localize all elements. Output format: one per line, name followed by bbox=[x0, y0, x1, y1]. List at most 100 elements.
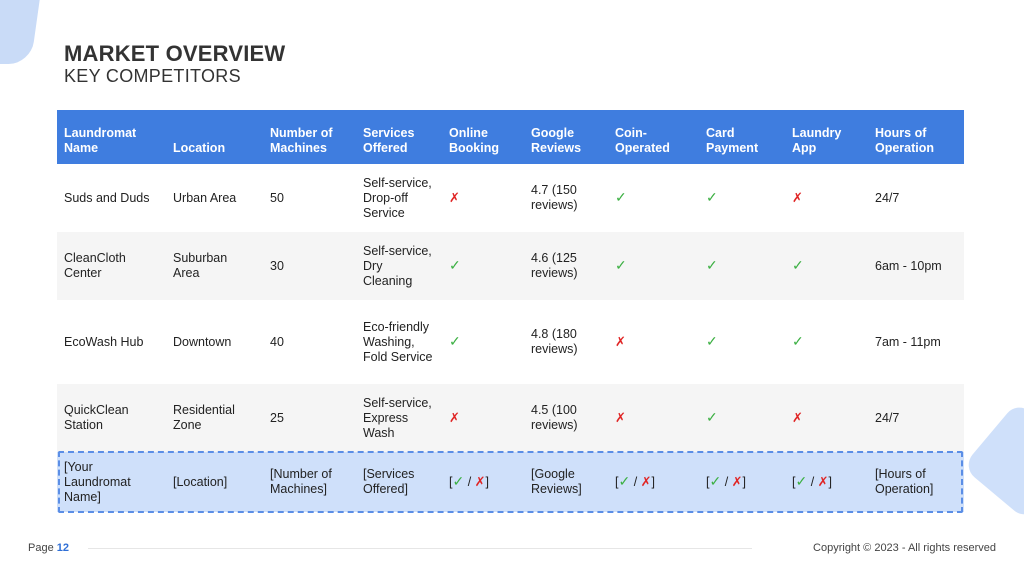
table-row: QuickClean Station Residential Zone 25 Self… bbox=[57, 384, 964, 452]
placeholder-text: [Location] bbox=[173, 474, 228, 489]
separator: / bbox=[464, 475, 475, 489]
separator: / bbox=[721, 475, 732, 489]
template-row: [Your Laundromat Name] [Location] [Number … bbox=[57, 452, 964, 512]
page-number-value: 12 bbox=[56, 542, 70, 554]
placeholder-text: [Services Offered] bbox=[363, 467, 415, 496]
cross-icon: ✗ bbox=[474, 474, 486, 489]
competitors-table: Laundromat Name Location Number of Machi… bbox=[57, 110, 964, 512]
check-icon: ✓ bbox=[706, 333, 718, 349]
template-cell-card: [✓ / ✗] bbox=[699, 452, 785, 512]
cell-text: Downtown bbox=[173, 334, 232, 349]
cell-app: ✓ bbox=[785, 232, 868, 300]
cell-text: 6am - 10pm bbox=[875, 258, 942, 273]
cell-coin: ✗ bbox=[608, 300, 699, 384]
column-header: Online Booking bbox=[442, 110, 524, 164]
cell-services: Eco-friendly Washing, Fold Service bbox=[356, 300, 442, 384]
cross-icon: ✗ bbox=[615, 334, 626, 349]
cell-text: Urban Area bbox=[173, 190, 237, 205]
cell-location: Residential Zone bbox=[166, 384, 263, 452]
column-header: Card Payment bbox=[699, 110, 785, 164]
page-subtitle: KEY COMPETITORS bbox=[64, 66, 241, 86]
cell-text: EcoWash Hub bbox=[64, 334, 144, 349]
cell-online-booking: ✗ bbox=[442, 164, 524, 232]
cell-hours: 24/7 bbox=[868, 384, 964, 452]
column-header: Laundromat Name bbox=[57, 110, 166, 164]
cell-card: ✓ bbox=[699, 164, 785, 232]
cell-machines: 50 bbox=[263, 164, 356, 232]
cell-app: ✓ bbox=[785, 300, 868, 384]
decorative-corner-shape bbox=[0, 0, 46, 64]
cell-reviews: 4.6 (125 reviews) bbox=[524, 232, 608, 300]
copyright-text: Copyright © 2023 - All rights reserved bbox=[813, 542, 996, 554]
bracket: ] bbox=[742, 475, 747, 489]
bracket: ] bbox=[485, 475, 490, 489]
footer-divider bbox=[88, 548, 752, 549]
cell-text: 4.8 (180 reviews) bbox=[531, 327, 578, 356]
cross-icon: ✗ bbox=[449, 190, 460, 205]
cell-app: ✗ bbox=[785, 164, 868, 232]
check-icon: ✓ bbox=[792, 333, 804, 349]
cross-icon: ✗ bbox=[449, 410, 460, 425]
column-header: Google Reviews bbox=[524, 110, 608, 164]
bracket: ] bbox=[651, 475, 656, 489]
cell-text: 4.7 (150 reviews) bbox=[531, 183, 578, 212]
check-icon: ✓ bbox=[792, 257, 804, 273]
cell-text: Residential Zone bbox=[173, 403, 235, 432]
cell-machines: 30 bbox=[263, 232, 356, 300]
cell-name: QuickClean Station bbox=[57, 384, 166, 452]
cell-text: QuickClean Station bbox=[64, 403, 129, 432]
cell-reviews: 4.5 (100 reviews) bbox=[524, 384, 608, 452]
cell-name: Suds and Duds bbox=[57, 164, 166, 232]
cell-services: Self-service, Express Wash bbox=[356, 384, 442, 452]
cross-icon: ✗ bbox=[792, 190, 803, 205]
cell-reviews: 4.8 (180 reviews) bbox=[524, 300, 608, 384]
cell-text: 7am - 11pm bbox=[875, 334, 941, 349]
cross-icon: ✗ bbox=[615, 410, 626, 425]
cell-hours: 24/7 bbox=[868, 164, 964, 232]
cell-text: Self-service, Drop-off Service bbox=[363, 175, 432, 220]
column-header: Number of Machines bbox=[263, 110, 356, 164]
separator: / bbox=[630, 475, 641, 489]
cell-hours: 7am - 11pm bbox=[868, 300, 964, 384]
column-header: Location bbox=[166, 110, 263, 164]
page-number: Page 12 bbox=[28, 542, 69, 554]
cell-location: Downtown bbox=[166, 300, 263, 384]
cell-machines: 25 bbox=[263, 384, 356, 452]
check-icon: ✓ bbox=[615, 189, 627, 205]
table-row: CleanCloth Center Suburban Area 30 Self-ser… bbox=[57, 232, 964, 300]
separator: / bbox=[807, 475, 818, 489]
cell-text: CleanCloth Center bbox=[64, 251, 126, 280]
table-header-row: Laundromat Name Location Number of Machi… bbox=[57, 110, 964, 164]
check-icon: ✓ bbox=[449, 333, 461, 349]
cell-text: 4.6 (125 reviews) bbox=[531, 251, 578, 280]
cell-text: Suburban Area bbox=[173, 251, 228, 280]
cell-text: 25 bbox=[270, 410, 284, 425]
cell-card: ✓ bbox=[699, 300, 785, 384]
cell-hours: 6am - 10pm bbox=[868, 232, 964, 300]
template-cell-app: [✓ / ✗] bbox=[785, 452, 868, 512]
check-icon: ✓ bbox=[795, 473, 808, 489]
check-icon: ✓ bbox=[706, 257, 718, 273]
placeholder-text: [Hours of Operation] bbox=[875, 467, 934, 496]
cell-text: 30 bbox=[270, 258, 284, 273]
cell-online-booking: ✗ bbox=[442, 384, 524, 452]
cell-services: Self-service, Dry Cleaning bbox=[356, 232, 442, 300]
column-header: Services Offered bbox=[356, 110, 442, 164]
page-title: MARKET OVERVIEW bbox=[64, 41, 286, 66]
cell-reviews: 4.7 (150 reviews) bbox=[524, 164, 608, 232]
column-header: Coin-Operated bbox=[608, 110, 699, 164]
check-icon: ✓ bbox=[449, 257, 461, 273]
cell-text: 50 bbox=[270, 190, 284, 205]
cell-text: Eco-friendly Washing, Fold Service bbox=[363, 319, 433, 364]
cell-services: Self-service, Drop-off Service bbox=[356, 164, 442, 232]
table-row: Suds and Duds Urban Area 50 Self-service, D… bbox=[57, 164, 964, 232]
cell-card: ✓ bbox=[699, 232, 785, 300]
template-cell-services: [Services Offered] bbox=[356, 452, 442, 512]
table-row: EcoWash Hub Downtown 40 Eco-friendly Washin… bbox=[57, 300, 964, 384]
check-icon: ✓ bbox=[615, 257, 627, 273]
template-cell-machines: [Number of Machines] bbox=[263, 452, 356, 512]
template-cell-hours: [Hours of Operation] bbox=[868, 452, 964, 512]
cell-coin: ✗ bbox=[608, 384, 699, 452]
check-icon: ✓ bbox=[452, 473, 465, 489]
check-icon: ✓ bbox=[706, 409, 718, 425]
